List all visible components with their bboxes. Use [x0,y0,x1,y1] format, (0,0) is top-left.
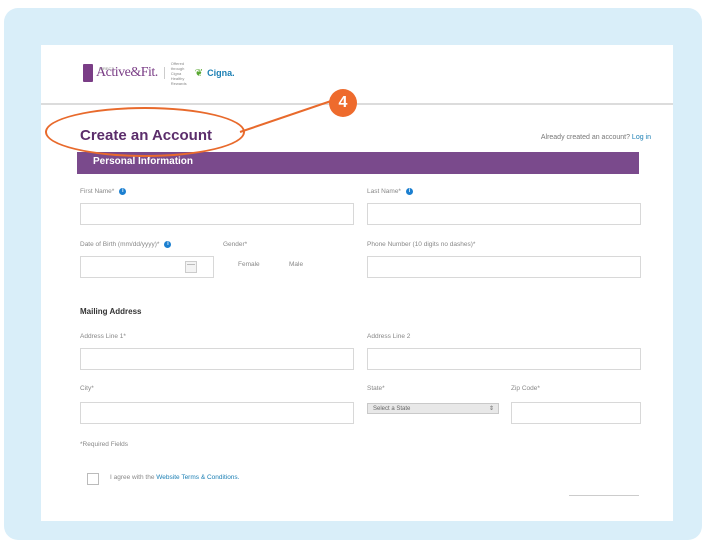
step-badge: 4 [329,89,357,117]
pointer-line [239,99,335,133]
tutorial-frame: Active&Fit. Offered through Cigna Health… [4,8,702,540]
annotation-pointer [239,99,335,133]
highlight-oval [45,107,245,157]
